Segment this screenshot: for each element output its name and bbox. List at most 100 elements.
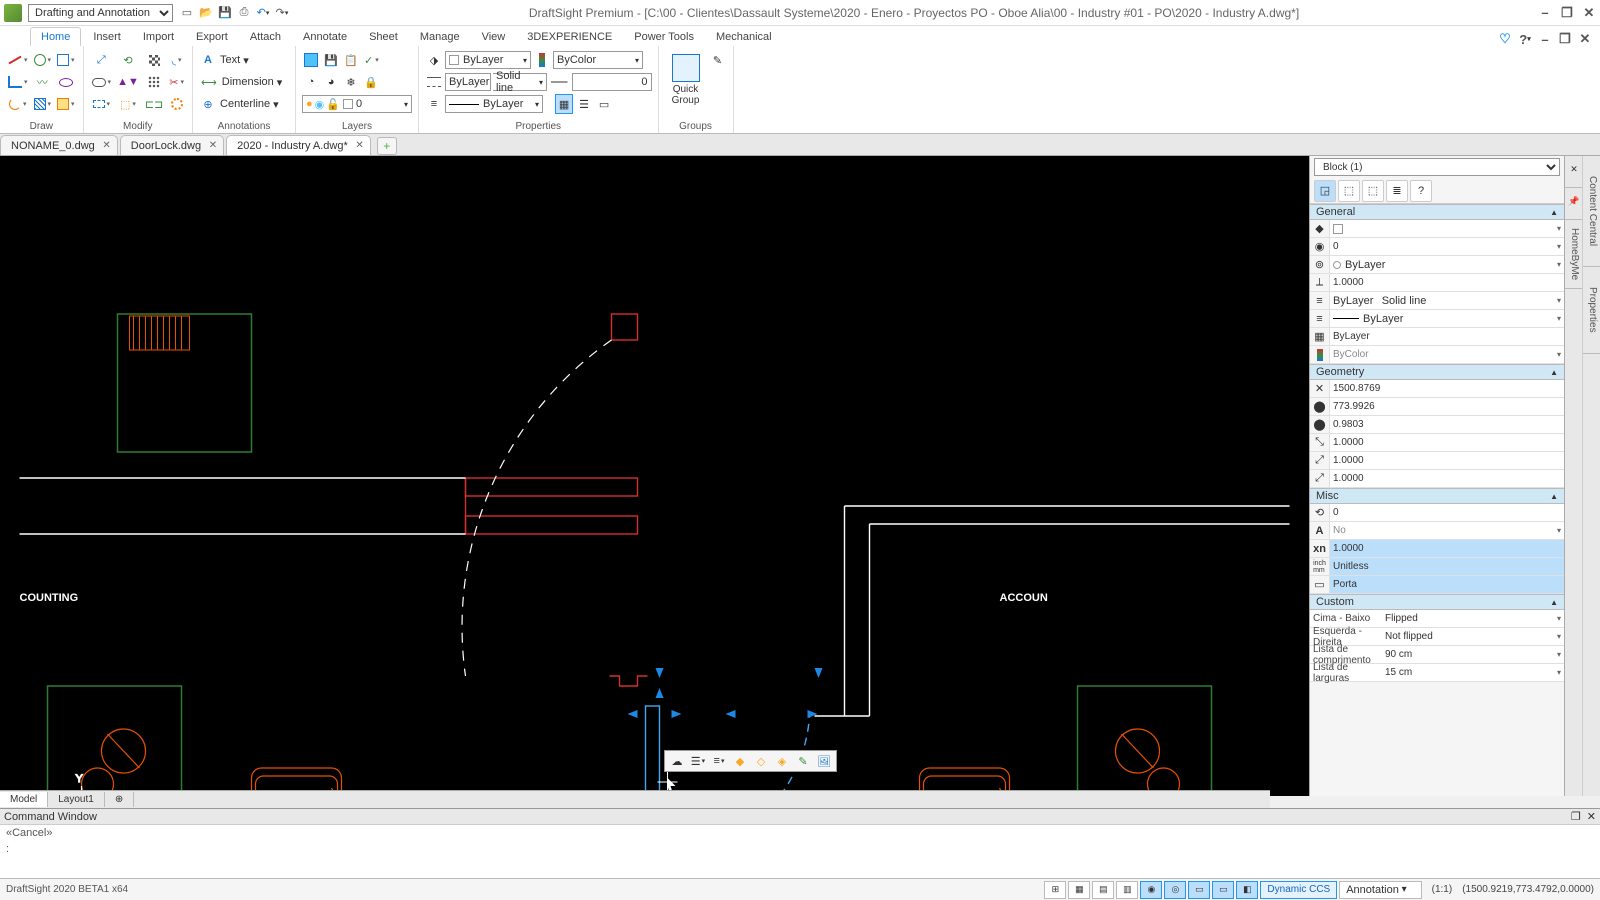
draw-circle-button[interactable]: ▾ — [32, 50, 54, 70]
panel-close-icon[interactable]: ✕ — [1565, 156, 1582, 188]
prop-esq[interactable]: Not flipped — [1382, 629, 1564, 645]
modify-copy-button[interactable]: ▾ — [90, 72, 114, 92]
prop-layer[interactable]: 0 — [1330, 239, 1564, 255]
draw-spline-button[interactable]: 〰 — [32, 72, 54, 92]
prop-rot[interactable]: 0 — [1330, 505, 1564, 521]
prop-linetype[interactable]: ByLayer — [1330, 257, 1564, 273]
ctx-list2-icon[interactable]: ≡▾ — [709, 752, 729, 770]
doc-tab-2[interactable]: 2020 - Industry A.dwg*✕ — [226, 135, 371, 155]
ctx-layer2-icon[interactable]: ◇ — [751, 752, 771, 770]
app-minimize-icon[interactable]: – — [1538, 32, 1552, 46]
add-tab-button[interactable]: + — [377, 137, 397, 155]
modify-trim-button[interactable] — [143, 50, 165, 70]
props-section-geometry[interactable]: Geometry▲ — [1310, 364, 1564, 380]
doc-tab-1[interactable]: DoorLock.dwg✕ — [120, 135, 224, 155]
qat-undo-icon[interactable]: ↶▾ — [255, 5, 271, 21]
props-section-general[interactable]: General▲ — [1310, 204, 1564, 220]
prop-sz[interactable]: 1.0000 — [1330, 471, 1564, 487]
sidetab-content[interactable]: Content Central — [1583, 156, 1600, 267]
mdi-close-icon[interactable]: ✕ — [1582, 6, 1596, 20]
prop-linestyle[interactable]: ByLayer Solid line — [1330, 293, 1564, 309]
sb-snap[interactable]: ⊞ — [1044, 881, 1066, 899]
ctx-layer1-icon[interactable]: ◆ — [730, 752, 750, 770]
prop-sy[interactable]: 1.0000 — [1330, 453, 1564, 469]
props-tb2[interactable]: ⬚ — [1338, 180, 1360, 202]
app-restore-icon[interactable]: ❐ — [1558, 32, 1572, 46]
draw-region-button[interactable]: ▾ — [55, 94, 77, 114]
prop-y[interactable]: 773.9926 — [1330, 399, 1564, 415]
prop-sx[interactable]: 1.0000 — [1330, 435, 1564, 451]
layer-prev-button[interactable]: 💾 — [322, 50, 340, 70]
qat-redo-icon[interactable]: ↷▾ — [274, 5, 290, 21]
sb-dynamic-ccs[interactable]: Dynamic CCS — [1260, 881, 1337, 899]
doc-tab-0[interactable]: NONAME_0.dwg✕ — [0, 135, 118, 155]
cmdwin-close-icon[interactable]: ✕ — [1587, 810, 1596, 823]
ribbon-tab-sheet[interactable]: Sheet — [359, 28, 408, 46]
layer-tools-button[interactable]: 📋 — [342, 50, 360, 70]
workspace-selector[interactable]: Drafting and Annotation — [28, 4, 173, 22]
mdi-restore-icon[interactable]: ❐ — [1560, 6, 1574, 20]
draw-ellipse-button[interactable] — [55, 72, 77, 92]
ribbon-tab-view[interactable]: View — [472, 28, 516, 46]
ctx-list1-icon[interactable]: ☰▾ — [688, 752, 708, 770]
prop-larg[interactable]: 15 cm — [1382, 665, 1564, 681]
drawing-canvas[interactable]: COUNTING ACCOUN — [0, 156, 1309, 796]
prop-list-button[interactable]: ☰ — [575, 94, 593, 114]
prop-plot2[interactable]: ByColor — [1330, 347, 1564, 363]
modify-scale-button[interactable]: ⬚▾ — [115, 94, 141, 114]
draw-arc-button[interactable]: ▾ — [6, 94, 30, 114]
prop-x[interactable]: 1500.8769 — [1330, 381, 1564, 397]
layer-off-button[interactable]: ◔ — [302, 72, 320, 92]
prop-z[interactable]: 0.9803 — [1330, 417, 1564, 433]
prop-anno[interactable]: No — [1330, 523, 1564, 539]
sidetab-homebyme[interactable]: HomeByMe — [1565, 220, 1582, 289]
cmd-input[interactable]: : — [0, 841, 1600, 857]
ctx-cloud-icon[interactable]: ☁ — [667, 752, 687, 770]
draw-polyline-button[interactable]: ▾ — [6, 72, 30, 92]
quickgroup-button[interactable]: Quick Group — [665, 48, 707, 112]
prop-comp[interactable]: 90 cm — [1382, 647, 1564, 663]
cmdwin-restore-icon[interactable]: ❐ — [1571, 810, 1581, 823]
draw-hatch-button[interactable]: ▾ — [32, 94, 54, 114]
color-selector[interactable]: ByLayer▾ — [445, 51, 531, 69]
ctx-edit-icon[interactable]: ✎ — [793, 752, 813, 770]
close-icon[interactable]: ✕ — [355, 140, 363, 151]
prop-unit[interactable]: Unitless — [1330, 559, 1564, 575]
prop-cima[interactable]: Flipped — [1382, 611, 1564, 627]
modify-array-button[interactable] — [143, 72, 165, 92]
layer-lock-button[interactable]: 🔒 — [362, 72, 380, 92]
prop-sheet-button[interactable]: ▭ — [595, 94, 613, 114]
props-entity-selector[interactable]: Block (1) — [1314, 158, 1560, 176]
props-section-misc[interactable]: Misc▲ — [1310, 488, 1564, 504]
layer-freeze-button[interactable]: ❄ — [342, 72, 360, 92]
modify-explode-button[interactable] — [167, 94, 186, 114]
sb-polar[interactable]: ▥ — [1116, 881, 1138, 899]
linestyle-right[interactable]: Solid line▾ — [493, 73, 547, 91]
props-section-custom[interactable]: Custom▲ — [1310, 594, 1564, 610]
prop-plot[interactable]: ByLayer — [1330, 329, 1564, 345]
prop-name[interactable]: Porta — [1330, 577, 1564, 593]
sb-etrack[interactable]: ◎ — [1164, 881, 1186, 899]
mdi-minimize-icon[interactable]: – — [1538, 6, 1552, 20]
layout1-tab[interactable]: Layout1 — [48, 792, 105, 807]
ctx-img-icon[interactable]: 🖼 — [814, 752, 834, 770]
numeric-prop[interactable]: 0 — [572, 73, 652, 91]
sb-esnap[interactable]: ◉ — [1140, 881, 1162, 899]
ribbon-tab-mechanical[interactable]: Mechanical — [706, 28, 782, 46]
prop-ltscale[interactable]: 1.0000 — [1330, 275, 1564, 291]
props-tb1[interactable]: ◲ — [1314, 180, 1336, 202]
prop-panel-toggle[interactable]: ▦ — [555, 94, 573, 114]
linestyle-selector[interactable]: ByLayer — [445, 73, 491, 91]
ribbon-tab-3dexperience[interactable]: 3DEXPERIENCE — [517, 28, 622, 46]
draw-rect-button[interactable]: ▾ — [55, 50, 77, 70]
qat-save-icon[interactable]: 💾 — [217, 5, 233, 21]
prop-color[interactable] — [1330, 221, 1564, 237]
sb-ortho[interactable]: ▤ — [1092, 881, 1114, 899]
props-help[interactable]: ? — [1410, 180, 1432, 202]
ribbon-tab-manage[interactable]: Manage — [410, 28, 470, 46]
ribbon-tab-power tools[interactable]: Power Tools — [624, 28, 704, 46]
modify-offset-button[interactable]: ⊏⊐ — [143, 94, 165, 114]
props-tb4[interactable]: ≣ — [1386, 180, 1408, 202]
layer-iso-button[interactable]: ◕ — [322, 72, 340, 92]
modify-fillet-button[interactable]: ◟▾ — [167, 50, 186, 70]
